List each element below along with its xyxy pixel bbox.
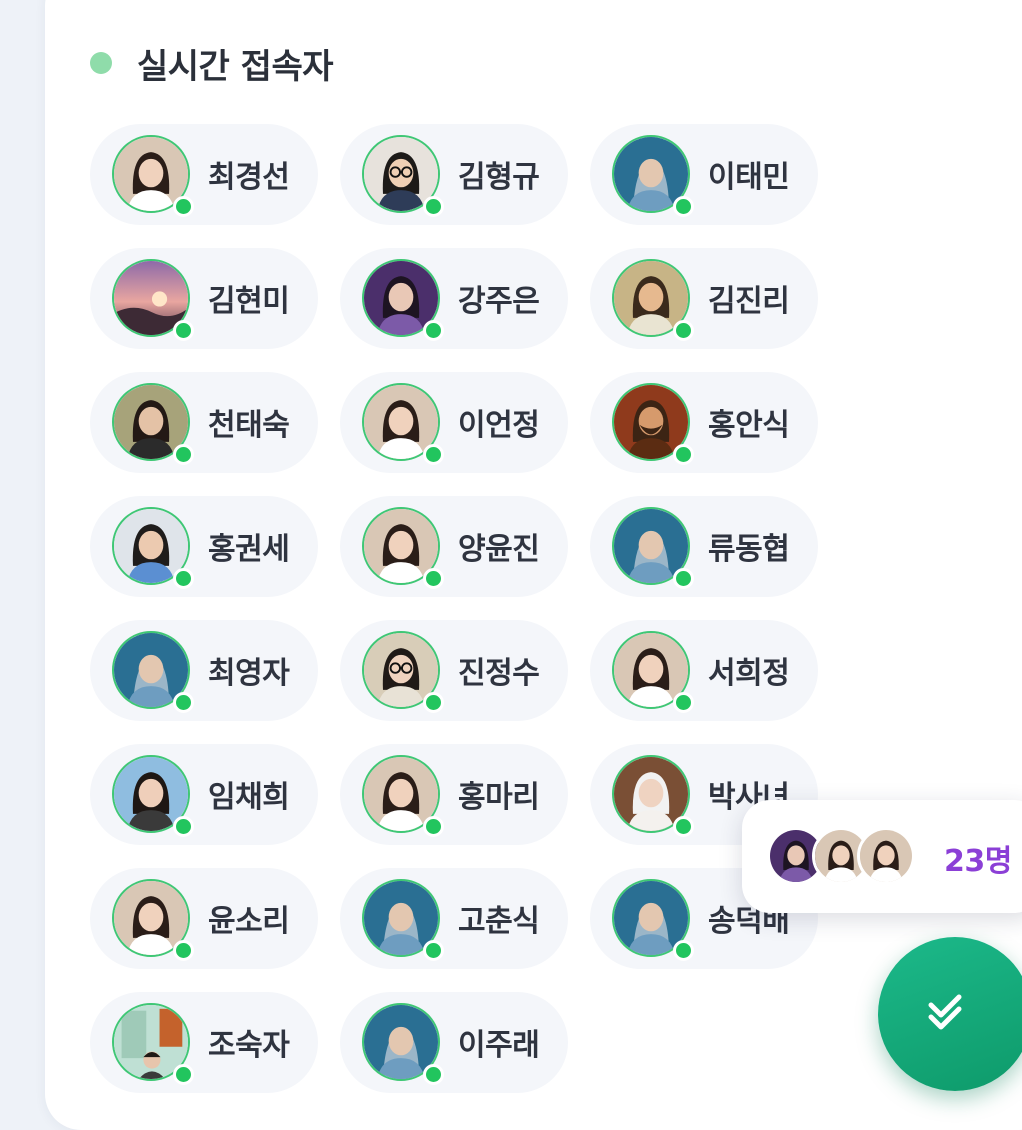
user-item[interactable]: 홍마리 — [340, 744, 568, 845]
online-status-icon — [173, 568, 194, 589]
user-item[interactable]: 윤소리 — [90, 868, 318, 969]
online-status-icon — [423, 196, 444, 217]
avatar-container — [612, 507, 694, 589]
user-name: 홍마리 — [458, 780, 540, 815]
online-status-icon — [173, 816, 194, 837]
avatar-container — [362, 135, 444, 217]
avatar-container — [112, 631, 194, 713]
user-name: 최영자 — [208, 656, 290, 691]
avatar-container — [612, 631, 694, 713]
avatar-container — [112, 259, 194, 341]
user-item[interactable]: 고춘식 — [340, 868, 568, 969]
user-item[interactable]: 류동협 — [590, 496, 818, 597]
avatar-container — [362, 383, 444, 465]
avatar-container — [612, 755, 694, 837]
online-status-icon — [673, 320, 694, 341]
online-status-icon — [173, 444, 194, 465]
user-name: 홍권세 — [208, 532, 290, 567]
preview-avatar — [857, 827, 915, 885]
user-name: 천태숙 — [208, 408, 290, 443]
user-item[interactable]: 최영자 — [90, 620, 318, 721]
avatar-container — [612, 259, 694, 341]
avatar-container — [362, 259, 444, 341]
online-status-icon — [173, 692, 194, 713]
avatar-container — [112, 1003, 194, 1085]
avatar-container — [362, 755, 444, 837]
user-item[interactable]: 강주은 — [340, 248, 568, 349]
online-status-icon — [173, 320, 194, 341]
online-status-icon — [423, 940, 444, 961]
user-name: 이주래 — [458, 1028, 540, 1063]
check-all-button[interactable] — [878, 937, 1022, 1091]
online-status-icon — [423, 816, 444, 837]
user-name: 임채희 — [208, 780, 290, 815]
user-item[interactable]: 김진리 — [590, 248, 818, 349]
online-status-icon — [423, 568, 444, 589]
avatar-container — [362, 879, 444, 961]
online-status-icon — [673, 692, 694, 713]
avatar-container — [112, 135, 194, 217]
user-item[interactable]: 김현미 — [90, 248, 318, 349]
avatar-container — [112, 507, 194, 589]
user-name: 서희정 — [708, 656, 790, 691]
user-item[interactable]: 홍안식 — [590, 372, 818, 473]
online-status-icon — [673, 816, 694, 837]
user-item[interactable]: 진정수 — [340, 620, 568, 721]
user-name: 양윤진 — [458, 532, 540, 567]
user-name: 고춘식 — [458, 904, 540, 939]
online-status-icon — [173, 940, 194, 961]
user-item[interactable]: 임채희 — [90, 744, 318, 845]
user-name: 최경선 — [208, 160, 290, 195]
avatar-container — [362, 507, 444, 589]
online-status-icon — [423, 692, 444, 713]
user-item[interactable]: 김형규 — [340, 124, 568, 225]
double-check-icon — [928, 994, 962, 1030]
live-indicator-icon — [90, 52, 112, 74]
avatar-container — [362, 1003, 444, 1085]
user-item[interactable]: 서희정 — [590, 620, 818, 721]
user-name: 강주은 — [458, 284, 540, 319]
avatar-container — [112, 383, 194, 465]
online-status-icon — [673, 568, 694, 589]
user-item[interactable]: 이주래 — [340, 992, 568, 1093]
user-name: 진정수 — [458, 656, 540, 691]
avatar-container — [112, 755, 194, 837]
online-status-icon — [673, 196, 694, 217]
avatar-container — [612, 383, 694, 465]
user-name: 이태민 — [708, 160, 790, 195]
online-status-icon — [173, 196, 194, 217]
user-name: 이언정 — [458, 408, 540, 443]
online-status-icon — [173, 1064, 194, 1085]
user-item[interactable]: 이태민 — [590, 124, 818, 225]
online-status-icon — [423, 320, 444, 341]
online-status-icon — [673, 444, 694, 465]
user-item[interactable]: 조숙자 — [90, 992, 318, 1093]
online-status-icon — [423, 444, 444, 465]
online-status-icon — [673, 940, 694, 961]
user-name: 김현미 — [208, 284, 290, 319]
user-name: 김형규 — [458, 160, 540, 195]
user-name: 김진리 — [708, 284, 790, 319]
user-item[interactable]: 천태숙 — [90, 372, 318, 473]
user-item[interactable]: 최경선 — [90, 124, 318, 225]
panel-header: 실시간 접속자 — [90, 38, 334, 88]
avatar-container — [112, 879, 194, 961]
user-name: 홍안식 — [708, 408, 790, 443]
avatar-container — [612, 135, 694, 217]
online-status-icon — [423, 1064, 444, 1085]
user-count-popup[interactable]: 23명 — [742, 800, 1022, 913]
user-name: 조숙자 — [208, 1028, 290, 1063]
user-name: 윤소리 — [208, 904, 290, 939]
avatar-container — [362, 631, 444, 713]
user-item[interactable]: 이언정 — [340, 372, 568, 473]
user-item[interactable]: 양윤진 — [340, 496, 568, 597]
user-item[interactable]: 홍권세 — [90, 496, 318, 597]
user-name: 류동협 — [708, 532, 790, 567]
avatar-container — [612, 879, 694, 961]
user-count: 23명 — [944, 844, 1012, 879]
panel-title: 실시간 접속자 — [137, 46, 334, 87]
